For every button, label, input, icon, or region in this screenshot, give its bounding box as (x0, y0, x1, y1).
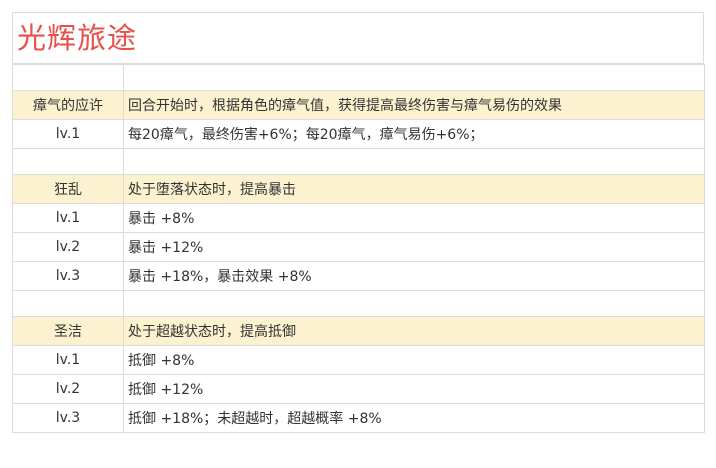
level-label: lv.3 (12, 403, 124, 433)
blank-row (12, 290, 705, 317)
level-effect: 暴击 +18%，暴击效果 +8% (123, 261, 705, 291)
level-effect: 抵御 +18%；未超越时，超越概率 +8% (123, 403, 705, 433)
empty-cell (123, 290, 705, 317)
level-effect: 抵御 +8% (123, 345, 705, 375)
level-row: lv.2 暴击 +12% (12, 232, 705, 262)
level-effect: 暴击 +12% (123, 232, 705, 262)
level-effect: 每20瘴气，最终伤害+6%；每20瘴气，瘴气易伤+6%； (123, 119, 705, 149)
section-description: 处于堕落状态时，提高暴击 (123, 174, 705, 204)
level-effect: 暴击 +8% (123, 203, 705, 233)
level-label: lv.3 (12, 261, 124, 291)
blank-row (12, 64, 705, 91)
level-label: lv.1 (12, 345, 124, 375)
section-name: 瘴气的应许 (12, 90, 124, 120)
section-description: 回合开始时，根据角色的瘴气值，获得提高最终伤害与瘴气易伤的效果 (123, 90, 705, 120)
empty-cell (12, 290, 124, 317)
blank-row (12, 148, 705, 175)
level-effect: 抵御 +12% (123, 374, 705, 404)
level-label: lv.2 (12, 374, 124, 404)
level-label: lv.1 (12, 203, 124, 233)
section-name: 狂乱 (12, 174, 124, 204)
level-row: lv.3 暴击 +18%，暴击效果 +8% (12, 261, 705, 291)
section-name: 圣洁 (12, 316, 124, 346)
section-header-row: 瘴气的应许 回合开始时，根据角色的瘴气值，获得提高最终伤害与瘴气易伤的效果 (12, 90, 705, 120)
title-row: 光辉旅途 (12, 13, 704, 64)
empty-cell (123, 148, 705, 175)
level-row: lv.1 每20瘴气，最终伤害+6%；每20瘴气，瘴气易伤+6%； (12, 119, 705, 149)
section-header-row: 狂乱 处于堕落状态时，提高暴击 (12, 174, 705, 204)
section-header-row: 圣洁 处于超越状态时，提高抵御 (12, 316, 705, 346)
empty-cell (12, 148, 124, 175)
section-description: 处于超越状态时，提高抵御 (123, 316, 705, 346)
talent-table: 瘴气的应许 回合开始时，根据角色的瘴气值，获得提高最终伤害与瘴气易伤的效果 lv… (12, 64, 705, 433)
level-label: lv.2 (12, 232, 124, 262)
level-row: lv.1 暴击 +8% (12, 203, 705, 233)
empty-cell (12, 64, 124, 91)
level-row: lv.3 抵御 +18%；未超越时，超越概率 +8% (12, 403, 705, 433)
spreadsheet: 光辉旅途 瘴气的应许 回合开始时，根据角色的瘴气值，获得提高最终伤害与瘴气易伤的… (12, 12, 705, 433)
level-row: lv.1 抵御 +8% (12, 345, 705, 375)
level-label: lv.1 (12, 119, 124, 149)
level-row: lv.2 抵御 +12% (12, 374, 705, 404)
empty-cell (123, 64, 705, 91)
page-title: 光辉旅途 (17, 20, 138, 55)
